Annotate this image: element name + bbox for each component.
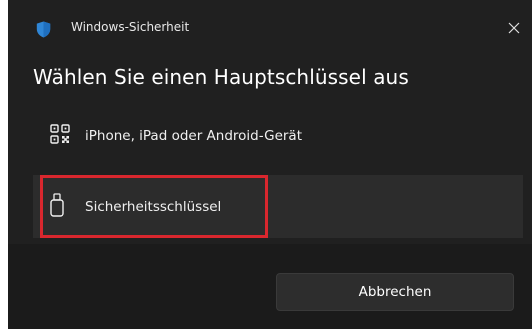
title-bar: Windows-Sicherheit (8, 0, 532, 52)
option-security-key-label: Sicherheitsschlüssel (85, 198, 222, 215)
close-button[interactable] (502, 16, 526, 40)
passkey-dialog: Windows-Sicherheit Wählen Sie einen Haup… (8, 0, 532, 329)
dialog-heading: Wählen Sie einen Hauptschlüssel aus (33, 65, 409, 89)
cancel-button[interactable]: Abbrechen (276, 273, 514, 311)
shield-icon (36, 21, 51, 38)
close-icon (508, 19, 520, 38)
dialog-footer: Abbrechen (8, 244, 532, 329)
qr-code-icon (50, 123, 70, 148)
option-phone-device[interactable]: iPhone, iPad oder Android-Gerät (33, 104, 523, 167)
usb-key-icon (50, 192, 64, 221)
option-phone-label: iPhone, iPad oder Android-Gerät (85, 127, 302, 144)
option-security-key[interactable]: Sicherheitsschlüssel (33, 175, 523, 238)
window-title: Windows-Sicherheit (71, 20, 190, 34)
